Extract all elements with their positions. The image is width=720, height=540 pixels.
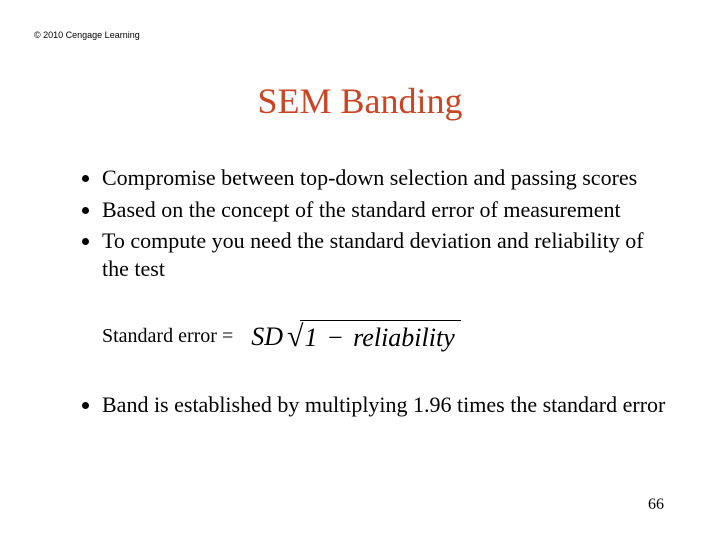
radicand-op: − [324, 323, 347, 352]
slide: © 2010 Cengage Learning SEM Banding Comp… [0, 0, 720, 540]
radical-symbol: √ [287, 322, 303, 355]
radicand-left: 1 [304, 323, 317, 352]
formula-expression: SD √ 1 − reliability [251, 320, 461, 353]
sqrt-icon: √ 1 − reliability [287, 320, 461, 353]
formula-row: Standard error = SD √ 1 − reliability [50, 320, 670, 353]
list-item: Compromise between top-down selection an… [102, 164, 670, 192]
radicand: 1 − reliability [300, 320, 460, 353]
bullet-list-top: Compromise between top-down selection an… [50, 164, 670, 282]
formula-label: Standard error = [102, 325, 233, 348]
list-item: To compute you need the standard deviati… [102, 227, 670, 282]
formula-sd: SD [251, 322, 283, 352]
bullet-list-bottom: Band is established by multiplying 1.96 … [50, 391, 670, 419]
list-item: Band is established by multiplying 1.96 … [102, 391, 670, 419]
copyright-text: © 2010 Cengage Learning [34, 30, 140, 40]
page-number: 66 [648, 496, 664, 514]
radicand-right: reliability [353, 323, 455, 352]
slide-title: SEM Banding [50, 80, 670, 122]
list-item: Based on the concept of the standard err… [102, 196, 670, 224]
